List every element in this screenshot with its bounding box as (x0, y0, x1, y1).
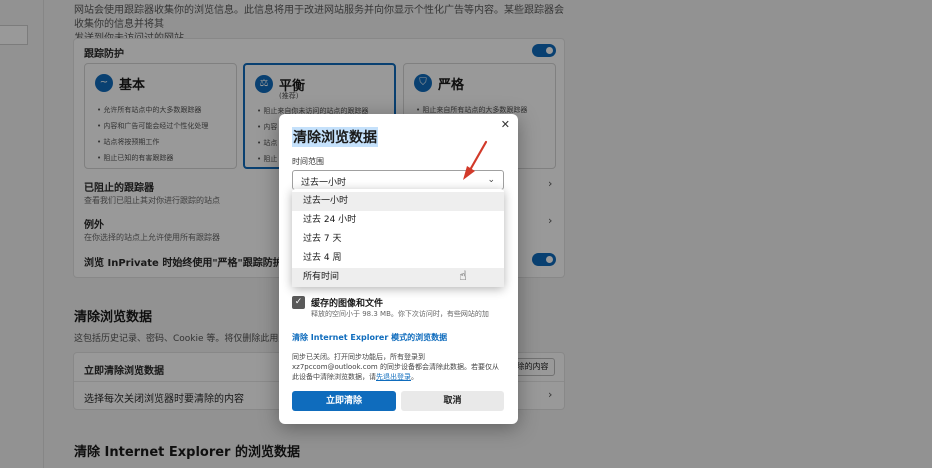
cancel-button[interactable]: 取消 (401, 391, 504, 411)
annotation-arrow-icon (463, 140, 488, 180)
clear-now-button[interactable]: 立即清除 (292, 391, 396, 411)
sign-out-link[interactable]: 先退出登录 (376, 373, 411, 381)
dropdown-option[interactable]: 过去 24 小时 (292, 211, 504, 230)
time-range-label: 时间范围 (292, 157, 324, 166)
cached-images-label: 缓存的图像和文件 (311, 299, 384, 309)
time-range-dropdown: 过去一小时 过去 24 小时 过去 7 天 过去 4 周 所有时间 (292, 189, 504, 287)
time-range-value: 过去一小时 (301, 178, 347, 188)
dialog-title: 清除浏览数据 (292, 127, 378, 147)
hand-cursor-icon: ☝ (459, 269, 467, 284)
sync-line-3: 此设备中清除浏览数据，请先退出登录。 (292, 372, 507, 382)
clear-ie-mode-link[interactable]: 清除 Internet Explorer 模式的浏览数据 (292, 332, 447, 343)
dropdown-option[interactable]: 过去 7 天 (292, 230, 504, 249)
sync-line-1: 同步已关闭。打开同步功能后，所有登录到 (292, 353, 425, 361)
sync-notice: 同步已关闭。打开同步功能后，所有登录到 xz7pccom@outlook.com… (292, 352, 507, 382)
sync-line-3-end: 。 (411, 373, 418, 381)
dropdown-option[interactable]: 过去一小时 (292, 192, 504, 211)
sync-line-2: xz7pccom@outlook.com 的同步设备都会清除此数据。若要仅从 (292, 363, 499, 371)
cached-images-desc: 释放的空间小于 98.3 MB。你下次访问时，有些网站的加 (311, 310, 489, 318)
close-icon[interactable]: ✕ (501, 118, 510, 131)
dropdown-option[interactable]: 过去 4 周 (292, 249, 504, 268)
sync-line-3-text: 此设备中清除浏览数据，请 (292, 373, 376, 381)
cached-images-checkbox[interactable]: ✓ (292, 296, 305, 309)
dropdown-option[interactable]: 所有时间 (292, 268, 504, 287)
